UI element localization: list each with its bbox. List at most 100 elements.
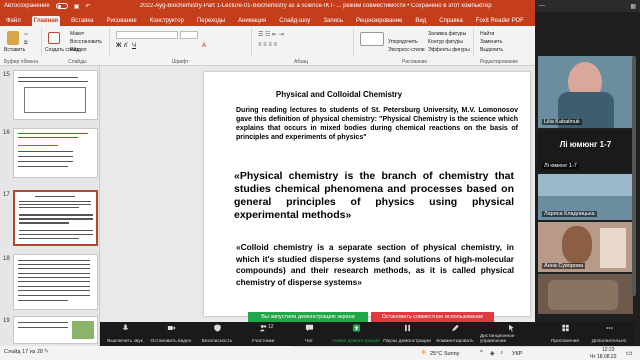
shape-effects-button[interactable]: Эффекты фигуры <box>428 47 470 53</box>
zoom-meeting-toolbar: Выключить звук Остановить видео Безопасн… <box>100 322 635 346</box>
slide-thumbnail[interactable] <box>13 128 98 178</box>
video-camera-icon <box>167 326 175 330</box>
stop-video-label: Остановить видео <box>150 339 192 344</box>
document-title: 2022-Ayg-Biochemistry-Part 1-Lecture-01-… <box>139 3 492 9</box>
current-slide[interactable]: Physical and Colloidal Chemistry During … <box>204 72 530 316</box>
clock-time[interactable]: 12:23 <box>602 347 615 353</box>
layout-button[interactable]: Макет <box>70 31 84 37</box>
slide-title: Physical and Colloidal Chemistry <box>275 90 403 99</box>
speaker-icon[interactable]: ♪ <box>500 350 503 356</box>
tab-design[interactable]: Конструктор <box>148 16 186 26</box>
tab-slideshow[interactable]: Слайд-шоу <box>277 16 312 26</box>
new-share-button[interactable]: Новая демонстрация <box>328 324 384 344</box>
slide-thumbnail[interactable] <box>13 316 98 344</box>
participant-video-tile[interactable]: Анна Суворова <box>538 222 633 272</box>
participant-video-tile[interactable] <box>538 274 633 314</box>
mute-button[interactable]: Выключить звук <box>100 324 150 344</box>
italic-button[interactable]: К <box>124 43 128 49</box>
tab-record[interactable]: Запись <box>321 16 345 26</box>
save-icon[interactable]: ▣ <box>74 3 80 10</box>
paste-button[interactable]: Вставить <box>4 47 25 53</box>
paste-icon[interactable] <box>7 31 19 45</box>
editing-label: Редактирование <box>480 59 519 65</box>
physical-chemistry-definition-text[interactable]: «Physical chemistry is the branch of che… <box>234 170 514 222</box>
slides-label: Слайды <box>68 59 87 65</box>
chat-label: Чат <box>305 339 313 344</box>
participants-icon <box>259 324 266 332</box>
sharing-status-pill[interactable]: Вы запустили демонстрацию экрана <box>248 312 368 322</box>
font-name-field[interactable] <box>116 31 178 39</box>
undo-icon[interactable]: ↶ <box>85 3 90 10</box>
colloid-chemistry-definition-text[interactable]: «Colloid chemistry is a separate section… <box>236 242 514 288</box>
new-slide-icon[interactable] <box>48 32 60 44</box>
slide-thumbnails-panel[interactable]: 15 16 17 18 19 <box>0 66 100 346</box>
more-button[interactable]: Дополнительно <box>584 324 634 344</box>
network-icon[interactable]: ◈ <box>490 350 495 357</box>
participant-video-tile[interactable]: Лариса Кладницька <box>538 174 633 220</box>
tab-insert[interactable]: Вставка <box>69 16 95 26</box>
gallery-scrollbar[interactable] <box>632 56 636 296</box>
spellcheck-icon[interactable]: ✎ <box>44 348 49 355</box>
bold-button[interactable]: Ж <box>116 43 121 49</box>
arrange-button[interactable]: Упорядочить <box>388 39 418 45</box>
bullets-icon[interactable]: ☰ ☷ ⇤ ⇥ <box>258 31 284 38</box>
quick-styles-button[interactable]: Экспресс-стили <box>388 47 425 53</box>
slide-thumbnail-selected[interactable] <box>13 190 98 246</box>
find-button[interactable]: Найти <box>480 31 494 37</box>
remote-control-label: Дистанционное управление <box>480 334 515 344</box>
font-size-field[interactable] <box>180 31 198 39</box>
tab-help[interactable]: Справка <box>437 16 465 26</box>
chat-button[interactable]: Чат <box>284 324 334 344</box>
sharing-status-text: Вы запустили демонстрацию экрана <box>261 314 355 320</box>
remote-control-button[interactable]: Дистанционное управление <box>480 324 542 344</box>
font-color-button[interactable]: A <box>202 43 206 49</box>
clock-date[interactable]: Чт 18.08.22 <box>590 354 616 360</box>
weather-text[interactable]: 25°C Sunny <box>430 351 459 357</box>
pause-share-button[interactable]: Паузы демонстрации <box>382 324 432 344</box>
shapes-gallery[interactable] <box>360 32 384 46</box>
tab-transitions[interactable]: Переходы <box>195 16 227 26</box>
tab-foxit[interactable]: Foxit Reader PDF <box>474 16 526 26</box>
copy-icon[interactable]: ⧉ <box>24 40 28 46</box>
shape-fill-button[interactable]: Заливка фигуры <box>428 31 466 37</box>
tab-animations[interactable]: Анимация <box>236 16 268 26</box>
participant-video-tile[interactable]: Lilia Kabaitnuk <box>538 56 633 128</box>
shape-outline-button[interactable]: Контур фигуры <box>428 39 463 45</box>
section-button[interactable]: Раздел <box>70 47 87 53</box>
participant-name-tile[interactable]: Лі юмюнг 1-7 Лі юмюнг 1-7 <box>538 130 633 172</box>
participants-button[interactable]: Участники 12 <box>238 324 288 344</box>
annotate-icon <box>451 324 459 332</box>
tray-expand-icon[interactable]: ^ <box>480 350 483 356</box>
slide-thumbnail[interactable] <box>13 70 98 120</box>
underline-button[interactable]: Ч <box>132 43 136 49</box>
slide-thumbnail[interactable] <box>13 254 98 310</box>
tab-home[interactable]: Главная <box>31 16 61 26</box>
apps-label: Приложения <box>550 339 580 344</box>
lomonosov-definition-text[interactable]: During reading lectures to students of S… <box>236 106 518 142</box>
stop-video-button[interactable]: Остановить видео <box>146 324 196 344</box>
notification-icon[interactable]: ▭ <box>626 349 633 357</box>
mute-label: Выключить звук <box>107 339 143 344</box>
view-toggle-icon[interactable]: ▦ <box>630 3 636 10</box>
tab-view[interactable]: Вид <box>413 16 428 26</box>
slide-counter: Слайд 17 из 28 <box>4 349 43 355</box>
cut-icon[interactable]: ✂ <box>24 32 28 38</box>
apps-button[interactable]: Приложения <box>540 324 590 344</box>
replace-button[interactable]: Заменить <box>480 39 502 45</box>
ribbon: Вставить ✂ ⧉ Буфер обмена Создать слайд … <box>0 26 535 66</box>
font-group: Ж К Ч A Шрифт <box>112 28 252 65</box>
minimize-icon[interactable]: — <box>539 3 545 9</box>
tab-draw[interactable]: Рисование <box>104 16 138 26</box>
reset-button[interactable]: Восстановить <box>70 39 102 45</box>
tab-review[interactable]: Рецензирование <box>354 16 404 26</box>
align-icon[interactable]: ≡ ≡ ≡ ≡ <box>258 42 277 48</box>
autosave-toggle[interactable] <box>55 3 68 9</box>
annotate-button[interactable]: Комментировать <box>430 324 480 344</box>
drawing-label: Рисование <box>402 59 428 65</box>
participant-big-name: Лі юмюнг 1-7 <box>559 140 612 149</box>
language-indicator[interactable]: УКР <box>512 351 522 357</box>
stop-share-button[interactable]: Остановить совместное использование <box>371 312 494 322</box>
tab-file[interactable]: Файл <box>4 16 23 26</box>
select-button[interactable]: Выделить <box>480 47 503 53</box>
security-button[interactable]: Безопасность <box>192 324 242 344</box>
